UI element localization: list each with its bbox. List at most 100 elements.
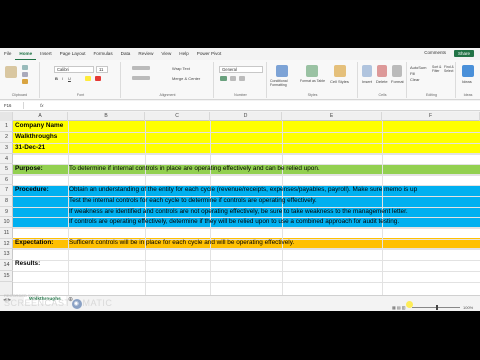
bold-button[interactable]: B — [55, 76, 58, 81]
cell-purpose-label[interactable]: Purpose: — [15, 164, 43, 174]
ideas-icon[interactable] — [462, 65, 474, 77]
font-color-icon[interactable] — [95, 76, 101, 81]
styles-group: Conditional Formatting Format as Table C… — [268, 62, 358, 98]
spreadsheet-grid[interactable]: A B C D E F 1 2 3 4 5 6 7 8 9 10 11 12 13 14 15 — [0, 112, 480, 295]
underline-button[interactable]: U — [68, 76, 71, 81]
format-cells-icon[interactable] — [392, 65, 402, 77]
name-box[interactable]: F16 — [2, 102, 24, 109]
cell-walkthroughs[interactable]: Walkthroughs — [15, 132, 57, 142]
font-name-select[interactable]: Calibri — [54, 66, 94, 73]
insert-button[interactable]: Insert — [362, 79, 372, 84]
format-as-table-icon[interactable] — [306, 65, 318, 77]
excel-window: File Home Insert Page Layout Formulas Data Rev… — [0, 48, 480, 311]
cell-procedure-line-3[interactable]: If weakness are identified and controls … — [69, 207, 408, 217]
percent-icon[interactable] — [230, 76, 236, 81]
delete-button[interactable]: Delete — [376, 79, 388, 84]
formula-bar: F16 fx — [0, 101, 480, 111]
ideas-button[interactable]: Ideas — [462, 79, 472, 84]
paste-icon[interactable] — [5, 66, 17, 78]
row-header-9[interactable]: 9 — [0, 207, 13, 217]
format-button[interactable]: Format — [391, 79, 404, 84]
tab-file[interactable]: File — [0, 48, 15, 60]
row-header-10[interactable]: 10 — [0, 217, 13, 228]
italic-button[interactable]: I — [62, 76, 63, 81]
row-header-12[interactable]: 12 — [0, 239, 13, 249]
row-header-14[interactable]: 14 — [0, 260, 13, 271]
cut-icon[interactable] — [22, 65, 28, 70]
column-header-d[interactable]: D — [210, 112, 282, 121]
gridline — [13, 154, 480, 155]
font-size-select[interactable]: 11 — [96, 66, 108, 73]
tab-help[interactable]: Help — [175, 48, 192, 60]
view-buttons[interactable]: ▦ ▤ ▥ — [392, 304, 406, 311]
cell-company-name[interactable]: Company Name — [15, 121, 63, 131]
cell-styles-icon[interactable] — [334, 65, 346, 77]
format-painter-icon[interactable] — [22, 79, 28, 84]
tab-home[interactable]: Home — [15, 48, 37, 60]
clear-button[interactable]: Clear — [410, 77, 420, 82]
cell-expectation-label[interactable]: Expectation: — [15, 238, 53, 248]
delete-cells-icon[interactable] — [377, 65, 387, 77]
select-all-corner[interactable] — [0, 112, 13, 121]
tab-formulas[interactable]: Formulas — [89, 48, 116, 60]
fill-color-icon[interactable] — [85, 76, 91, 81]
cell-styles-button[interactable]: Cell Styles — [330, 79, 349, 84]
fill-button[interactable]: Fill — [410, 71, 415, 76]
comments-button[interactable]: Comments — [424, 50, 446, 55]
tab-view[interactable]: View — [157, 48, 175, 60]
align-top-icon[interactable] — [132, 66, 150, 70]
row-header-5[interactable]: 5 — [0, 164, 13, 175]
row-header-7[interactable]: 7 — [0, 185, 13, 196]
merge-center-button[interactable]: Merge & Center — [172, 76, 200, 81]
row-header-6[interactable]: 6 — [0, 175, 13, 185]
row-header-4[interactable]: 4 — [0, 154, 13, 164]
zoom-slider-knob[interactable] — [436, 305, 438, 310]
cell-procedure-label[interactable]: Procedure: — [15, 185, 49, 195]
wrap-text-button[interactable]: Wrap Text — [172, 66, 190, 71]
column-header-e[interactable]: E — [282, 112, 382, 121]
tab-review[interactable]: Review — [134, 48, 157, 60]
copy-icon[interactable] — [22, 72, 28, 77]
row-header-13[interactable]: 13 — [0, 249, 13, 260]
number-format-select[interactable]: General — [219, 66, 263, 73]
conditional-formatting-icon[interactable] — [276, 65, 288, 77]
fx-icon[interactable]: fx — [40, 102, 44, 109]
tab-data[interactable]: Data — [117, 48, 135, 60]
row-header-11[interactable]: 11 — [0, 228, 13, 239]
row-header-2[interactable]: 2 — [0, 132, 13, 143]
cell-date[interactable]: 31-Dec-21 — [15, 143, 45, 153]
tab-page-layout[interactable]: Page Layout — [56, 48, 90, 60]
tab-power-pivot[interactable]: Power Pivot — [193, 48, 226, 60]
gridline — [13, 143, 480, 144]
row-header-15[interactable]: 15 — [0, 271, 13, 282]
insert-cells-icon[interactable] — [362, 65, 372, 77]
cell-purpose-text[interactable]: To determine if internal controls in pla… — [69, 164, 320, 174]
column-header-b[interactable]: B — [68, 112, 145, 121]
watermark-brand-right: MATIC — [82, 298, 113, 308]
row-header-1[interactable]: 1 — [0, 121, 13, 132]
conditional-formatting-button[interactable]: Conditional Formatting — [270, 79, 296, 87]
ribbon: Clipboard Calibri 11 B I U Font Wrap Tex… — [0, 60, 480, 100]
sort-filter-button[interactable]: Sort & Filter — [432, 65, 444, 73]
autosum-button[interactable]: AutoSum — [410, 65, 426, 70]
column-header-a[interactable]: A — [13, 112, 68, 121]
tab-insert[interactable]: Insert — [36, 48, 56, 60]
comma-icon[interactable] — [239, 76, 245, 81]
row-header-8[interactable]: 8 — [0, 196, 13, 207]
find-select-button[interactable]: Find & Select — [444, 65, 456, 73]
cell-procedure-line-1[interactable]: Obtain an understanding of the entity fo… — [69, 185, 417, 195]
cell-results-label[interactable]: Results: — [15, 259, 40, 269]
currency-icon[interactable] — [220, 76, 227, 81]
styles-label: Styles — [307, 93, 318, 97]
format-as-table-button[interactable]: Format as Table — [300, 79, 326, 83]
column-header-f[interactable]: F — [382, 112, 480, 121]
cell-expectation-text[interactable]: Sufficent controls will be in place for … — [69, 238, 294, 248]
cell-procedure-line-4[interactable]: If controls are operating effectively, d… — [69, 217, 399, 227]
cell-procedure-line-2[interactable]: Test the internal controls for each cycl… — [69, 196, 317, 206]
formula-input[interactable] — [52, 102, 476, 109]
align-left-icon[interactable] — [132, 76, 150, 80]
column-header-c[interactable]: C — [145, 112, 210, 121]
share-button[interactable]: Share — [453, 50, 474, 57]
row-header-3[interactable]: 3 — [0, 143, 13, 154]
zoom-level[interactable]: 100% — [463, 304, 473, 311]
